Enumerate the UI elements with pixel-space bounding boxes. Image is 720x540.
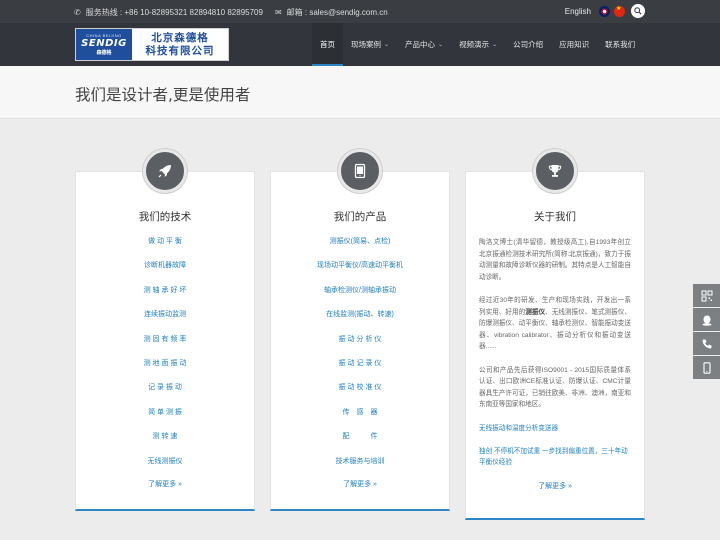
list-item[interactable]: 做 动 平 衡	[76, 237, 254, 261]
chat-button[interactable]	[693, 308, 720, 331]
hero-section: 我们是设计者,更是使用者	[0, 66, 720, 119]
list-item[interactable]: 简 单 测 振	[76, 408, 254, 432]
card-title: 我们的技术	[138, 211, 192, 223]
company-name-line2: 科技有限公司	[145, 44, 215, 57]
list-item[interactable]: 振 动 分 析 仪	[271, 335, 449, 359]
card-icon-circle	[143, 149, 187, 193]
company-name: 北京森德格 科技有限公司	[132, 29, 228, 60]
search-icon	[634, 7, 642, 15]
tech-list: 做 动 平 衡诊断机器故障测 轴 承 好 坏连续振动监测测 固 有 频 率测 地…	[76, 237, 254, 481]
list-item[interactable]: 测 轴 承 好 坏	[76, 286, 254, 310]
main-nav: 首页 现场案例 ⌄ 产品中心 ⌄ 视频演示 ⌄ 公司介绍 应用知识 联系我们	[312, 23, 643, 66]
mail-text[interactable]: 邮箱 : sales@sendig.com.cn	[287, 7, 388, 18]
chevron-down-icon: ⌄	[384, 42, 390, 48]
qrcode-icon	[701, 290, 712, 301]
list-item[interactable]: 轴承检测仪/测轴承振动	[271, 286, 449, 310]
card-icon-circle	[533, 149, 577, 193]
logo-brand-cn: 森德格	[96, 50, 112, 56]
contact-info: ✆ 服务热线 : +86 10-82895321 82894810 828957…	[74, 7, 388, 18]
trophy-icon	[548, 165, 562, 177]
mobile-button[interactable]	[693, 356, 720, 379]
phone-icon: ✆	[74, 8, 81, 17]
list-item[interactable]: 在线监测(振动、转速)	[271, 310, 449, 334]
rocket-icon	[158, 165, 171, 178]
card-icon-circle	[338, 149, 382, 193]
nav-item-label: 公司介绍	[513, 40, 544, 49]
nav-item-label: 联系我们	[605, 40, 636, 49]
nav-item-2[interactable]: 产品中心 ⌄	[397, 23, 451, 66]
nav-item-5[interactable]: 应用知识	[551, 23, 597, 66]
floating-toolbar	[693, 284, 720, 380]
list-item[interactable]: 测 地 面 振 动	[76, 359, 254, 383]
products-more-link[interactable]: 了解更多 »	[271, 479, 449, 489]
nav-item-0[interactable]: 首页	[312, 23, 343, 66]
hero-title: 我们是设计者,更是使用者	[75, 86, 251, 104]
list-item[interactable]: 传 感 器	[271, 408, 449, 432]
about-p2-bold[interactable]: 测振仪	[525, 309, 545, 316]
card-title: 关于我们	[534, 211, 576, 223]
list-item[interactable]: 无线测振仪	[76, 457, 254, 481]
list-item[interactable]: 振 动 记 录 仪	[271, 359, 449, 383]
chat-icon	[702, 315, 711, 326]
nav-item-label: 视频演示	[459, 40, 490, 49]
logo-brand: SENDIG	[81, 38, 127, 49]
list-item[interactable]: 振 动 校 准 仪	[271, 383, 449, 407]
about-paragraph-2: 经过近30年的研发、生产和现场实践，开发出一系列实用、好用的测振仪、无线测振仪、…	[466, 295, 644, 353]
list-item[interactable]: 诊断机器故障	[76, 261, 254, 285]
top-bar: ✆ 服务热线 : +86 10-82895321 82894810 828957…	[0, 0, 720, 23]
about-link-wireless[interactable]: 无线振动和温度分析变送器	[466, 423, 644, 435]
nav-item-label: 首页	[320, 40, 335, 49]
card-about: 关于我们 陶洛文博士(清华留德，教授级高工),自1993年创立北京振通检测技术研…	[465, 149, 645, 520]
tech-more-link[interactable]: 了解更多 »	[76, 479, 254, 489]
card-technology: 我们的技术 做 动 平 衡诊断机器故障测 轴 承 好 坏连续振动监测测 固 有 …	[75, 149, 255, 511]
list-item[interactable]: 技术服务与培训	[271, 457, 449, 481]
uk-flag-icon[interactable]	[599, 5, 610, 17]
chevron-down-icon: ⌄	[492, 42, 498, 48]
card-title: 我们的产品	[333, 211, 387, 223]
china-flag-icon[interactable]	[614, 5, 625, 17]
about-link-balancer[interactable]: 独创 不停机不加试重 一步找到偏重位置，三十年动平衡仪经验	[466, 446, 644, 469]
nav-item-label: 现场案例	[351, 40, 381, 49]
phone-icon	[701, 339, 711, 349]
about-paragraph-1: 陶洛文博士(清华留德，教授级高工),自1993年创立北京振通检测技术研究所(简称…	[479, 239, 631, 281]
nav-item-3[interactable]: 视频演示 ⌄	[451, 23, 505, 66]
phone-text: 服务热线 : +86 10-82895321 82894810 82895709	[85, 8, 263, 17]
nav-item-1[interactable]: 现场案例 ⌄	[343, 23, 397, 66]
search-button[interactable]	[631, 4, 645, 18]
products-list: 测振仪(简易、点检) 现场动平衡仪/高速动平衡机 轴承检测仪/测轴承振动 在线监测(振…	[271, 237, 449, 481]
list-item[interactable]: 测 固 有 频 率	[76, 335, 254, 359]
chevron-down-icon: ⌄	[438, 42, 444, 48]
list-item[interactable]: 配 件	[271, 432, 449, 456]
site-logo[interactable]: CHINA BEIJING SENDIG 森德格 北京森德格 科技有限公司	[75, 28, 229, 61]
qrcode-button[interactable]	[693, 284, 720, 307]
company-name-line1: 北京森德格	[151, 31, 209, 44]
list-item[interactable]: 连续振动监测	[76, 310, 254, 334]
mobile-icon	[702, 361, 711, 374]
about-paragraph-3: 公司和产品先后获得ISO9001 - 2015国际质量体系认证、出口欧洲CE标准…	[479, 366, 631, 409]
nav-item-6[interactable]: 联系我们	[597, 23, 643, 66]
list-item[interactable]: 记 录 振 动	[76, 383, 254, 407]
nav-item-4[interactable]: 公司介绍	[505, 23, 551, 66]
list-item[interactable]: 测 转 速	[76, 432, 254, 456]
card-products: 我们的产品 测振仪(简易、点检) 现场动平衡仪/高速动平衡机 轴承检测仪/测轴承振动…	[270, 149, 450, 511]
mail-icon: ✉	[274, 8, 282, 17]
nav-item-label: 产品中心	[405, 40, 436, 49]
phone-button[interactable]	[693, 332, 720, 355]
logo-mark: CHINA BEIJING SENDIG 森德格	[76, 29, 132, 60]
site-header: CHINA BEIJING SENDIG 森德格 北京森德格 科技有限公司 首页…	[0, 23, 720, 66]
about-more-link[interactable]: 了解更多 »	[466, 481, 644, 491]
language-english-link[interactable]: English	[565, 7, 591, 16]
list-item[interactable]: 现场动平衡仪/高速动平衡机	[271, 261, 449, 285]
nav-item-label: 应用知识	[559, 40, 590, 49]
list-item[interactable]: 测振仪(简易、点检)	[271, 237, 449, 261]
tablet-icon	[354, 163, 366, 179]
